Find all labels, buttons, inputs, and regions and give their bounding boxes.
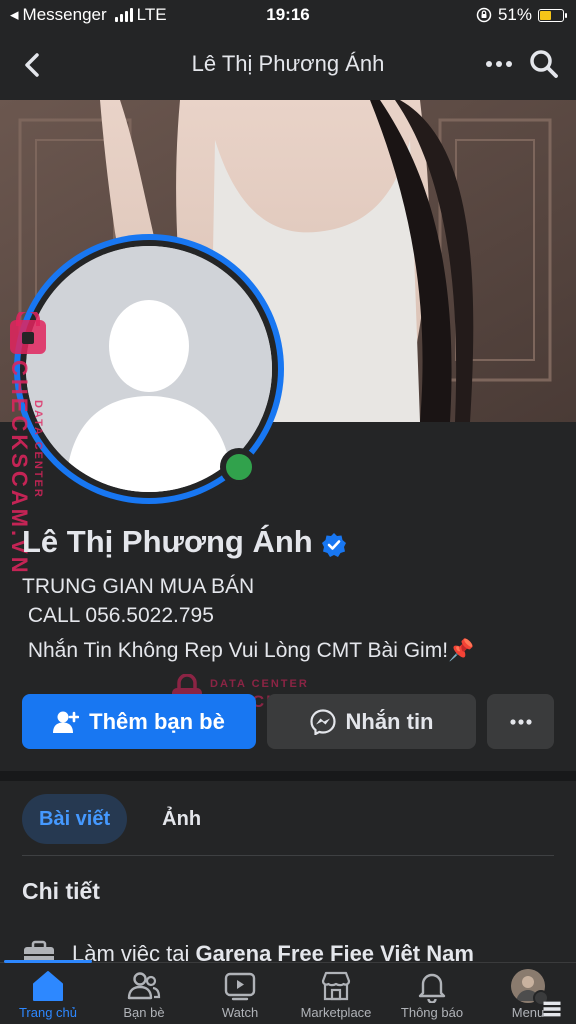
messenger-icon — [309, 708, 336, 735]
details-title: Chi tiết — [22, 878, 100, 904]
profile-header: Lê Thị Phương Ánh — [0, 30, 576, 100]
bell-icon — [418, 973, 446, 1003]
rotation-lock-icon — [476, 7, 492, 23]
profile-name-row: Lê Thị Phương Ánh — [22, 524, 347, 560]
add-friend-icon — [53, 711, 80, 733]
status-bar: ◂ Messenger LTE 19:16 51% — [0, 0, 576, 30]
marketplace-icon — [321, 971, 351, 1001]
online-status-indicator — [220, 448, 258, 486]
verified-badge-icon — [321, 533, 346, 557]
battery-icon — [538, 8, 567, 22]
nav-friends-label: Bạn bè — [123, 1005, 165, 1020]
watermark-center-line1: DATA CENTER — [210, 678, 309, 690]
home-icon — [33, 971, 63, 1001]
status-right: 51% — [476, 5, 567, 25]
bottom-navigation: Trang chủ Bạn bè Watch Marketplace Thông… — [0, 960, 576, 1024]
tab-photos[interactable]: Ảnh — [145, 794, 218, 844]
nav-marketplace[interactable]: Marketplace — [288, 963, 384, 1024]
tabs-divider — [22, 855, 554, 856]
add-friend-label: Thêm bạn bè — [89, 708, 225, 734]
nav-friends[interactable]: Bạn bè — [96, 963, 192, 1024]
add-friend-button[interactable]: Thêm bạn bè — [22, 694, 256, 749]
message-label: Nhắn tin — [345, 708, 434, 734]
menu-avatar — [511, 969, 561, 1017]
message-button[interactable]: Nhắn tin — [267, 694, 476, 749]
nav-watch-label: Watch — [221, 1005, 259, 1020]
friends-icon — [127, 972, 161, 1000]
profile-bio: TRUNG GIAN MUA BÁN CALL 056.5022.795 Nhắ… — [22, 572, 474, 665]
watch-icon — [224, 972, 256, 1001]
bio-line-3: Nhắn Tin Không Rep Vui Lòng CMT Bài Gim! — [22, 639, 449, 662]
profile-name: Lê Thị Phương Ánh — [22, 524, 313, 559]
battery-percent: 51% — [497, 5, 532, 24]
bio-line-1: TRUNG GIAN MUA BÁN — [22, 575, 255, 598]
nav-menu[interactable]: Menu — [480, 963, 576, 1024]
section-separator — [0, 771, 576, 781]
nav-home-label: Trang chủ — [18, 1005, 78, 1020]
more-options-button[interactable] — [487, 694, 554, 749]
search-icon[interactable] — [528, 48, 560, 80]
menu-hamburger-badge-icon — [533, 990, 561, 1017]
tab-posts[interactable]: Bài viết — [22, 794, 128, 844]
nav-watch[interactable]: Watch — [192, 963, 288, 1024]
more-horizontal-icon[interactable] — [484, 52, 514, 76]
nav-notifications[interactable]: Thông báo — [384, 963, 480, 1024]
bio-line-3-wrap: Nhắn Tin Không Rep Vui Lòng CMT Bài Gim!… — [22, 636, 474, 665]
bio-line-2: CALL 056.5022.795 — [22, 604, 214, 627]
nav-home[interactable]: Trang chủ — [0, 960, 96, 1024]
pushpin-icon: 📌 — [448, 639, 475, 662]
nav-notifications-label: Thông báo — [400, 1005, 464, 1020]
profile-tabs: Bài viết Ảnh — [22, 794, 218, 844]
nav-marketplace-label: Marketplace — [300, 1005, 372, 1020]
more-horizontal-icon — [509, 718, 532, 725]
watermark-line1: DATA CENTER — [32, 400, 44, 499]
